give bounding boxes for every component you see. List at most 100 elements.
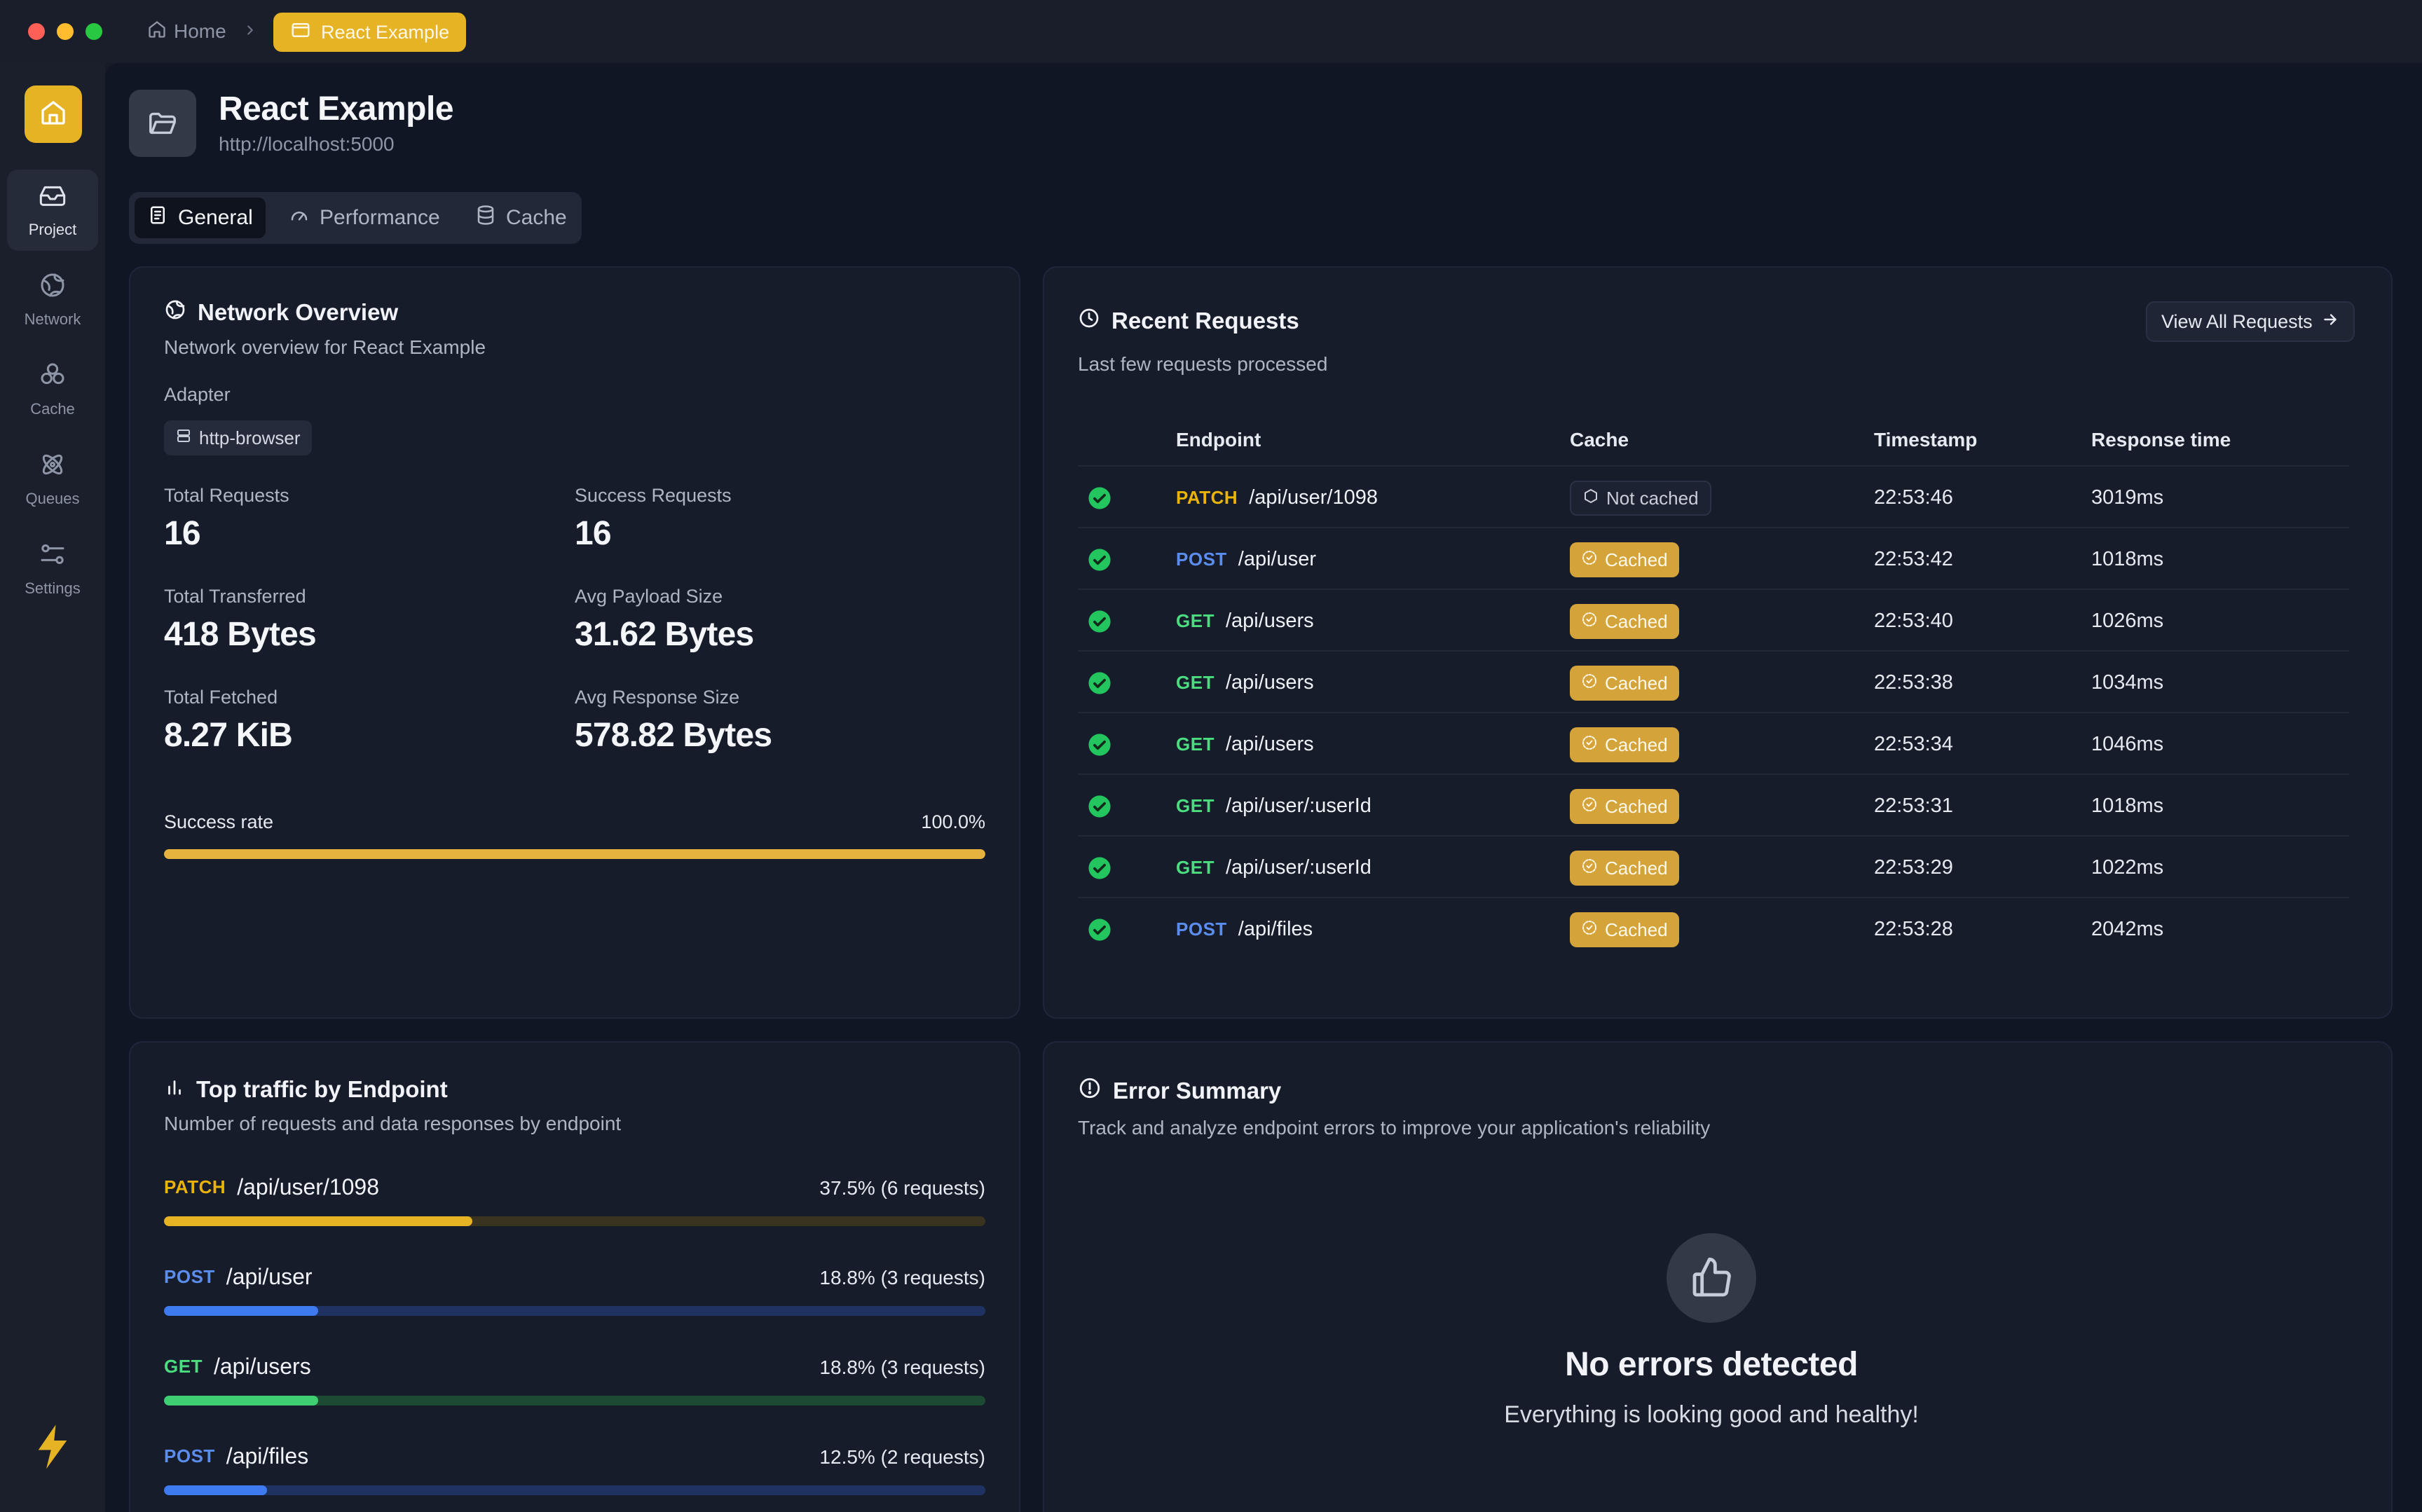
- view-all-label: View All Requests: [2161, 310, 2313, 332]
- project-url: http://localhost:5000: [219, 133, 395, 155]
- minimize-window-button[interactable]: [57, 23, 74, 40]
- table-row[interactable]: POST/api/files Cached 22:53:28 2042ms: [1078, 897, 2349, 958]
- card-title-text: Top traffic by Endpoint: [196, 1076, 448, 1102]
- traffic-bar: [164, 1306, 985, 1316]
- cache-status-badge: Cached: [1570, 727, 1679, 762]
- check-circle-icon: [1581, 796, 1598, 818]
- timestamp-cell: 22:53:34: [1874, 732, 1953, 755]
- adapter-label: Adapter: [164, 384, 231, 405]
- endpoint-path: /api/users: [1225, 609, 1314, 632]
- hexagon-icon: [1582, 488, 1599, 509]
- success-check-icon: [1088, 548, 1111, 575]
- stat-value: 8.27 KiB: [164, 717, 293, 754]
- check-circle-icon: [1581, 611, 1598, 633]
- breadcrumb-home[interactable]: Home: [147, 17, 226, 46]
- traffic-endpoint: GET/api/users: [164, 1354, 311, 1380]
- success-check-icon: [1088, 486, 1111, 514]
- database-icon: [475, 205, 496, 231]
- view-all-requests-button[interactable]: View All Requests: [2146, 301, 2355, 342]
- column-header-cache: Cache: [1570, 429, 1629, 451]
- endpoint-path: /api/user/:userId: [1225, 855, 1371, 879]
- sidebar-item-settings[interactable]: Settings: [7, 528, 98, 610]
- response-time-cell: 2042ms: [2091, 917, 2164, 940]
- bar-chart-icon: [164, 1076, 185, 1103]
- http-method: POST: [1176, 548, 1227, 570]
- traffic-item: POST/api/user 18.8% (3 requests): [164, 1264, 985, 1327]
- table-row[interactable]: GET/api/user/:userId Cached 22:53:29 1022ms: [1078, 835, 2349, 897]
- app-home-button[interactable]: [25, 85, 82, 143]
- endpoint-path: /api/files: [1238, 917, 1313, 940]
- table-row[interactable]: POST/api/user Cached 22:53:42 1018ms: [1078, 527, 2349, 589]
- table-row[interactable]: GET/api/users Cached 22:53:34 1046ms: [1078, 712, 2349, 774]
- cache-status-label: Cached: [1605, 919, 1668, 940]
- success-check-icon: [1088, 856, 1111, 884]
- stat-value: 578.82 Bytes: [575, 717, 772, 754]
- endpoint-cell: GET/api/users: [1176, 713, 1314, 775]
- cache-status-label: Cached: [1605, 610, 1668, 632]
- no-errors-subtitle: Everything is looking good and healthy!: [1504, 1401, 1919, 1428]
- timestamp-cell: 22:53:29: [1874, 855, 1953, 879]
- sliders-icon: [39, 540, 67, 572]
- sidebar-item-network[interactable]: Network: [7, 259, 98, 341]
- tab-general[interactable]: General: [135, 198, 266, 238]
- cache-status-badge: Not cached: [1570, 481, 1711, 516]
- traffic-share: 12.5% (2 requests): [819, 1446, 985, 1468]
- stat-value: 16: [164, 515, 201, 552]
- top-traffic-card: Top traffic by Endpoint Number of reques…: [129, 1041, 1020, 1512]
- success-rate-value: 100.0%: [921, 811, 985, 832]
- table-row[interactable]: PATCH/api/user/1098 Not cached 22:53:46 301…: [1078, 465, 2349, 527]
- globe-icon: [164, 298, 186, 327]
- http-method: GET: [1176, 795, 1215, 816]
- table-row[interactable]: GET/api/users Cached 22:53:38 1034ms: [1078, 650, 2349, 712]
- response-time-cell: 1026ms: [2091, 609, 2164, 632]
- success-rate-bar: [164, 849, 985, 859]
- table-row[interactable]: GET/api/user/:userId Cached 22:53:31 1018ms: [1078, 774, 2349, 835]
- cache-status-label: Cached: [1605, 549, 1668, 570]
- card-title-text: Error Summary: [1113, 1078, 1282, 1104]
- traffic-endpoint: POST/api/user: [164, 1264, 313, 1290]
- sidebar-item-project[interactable]: Project: [7, 170, 98, 251]
- stat-value: 16: [575, 515, 612, 552]
- response-time-cell: 1018ms: [2091, 547, 2164, 570]
- timestamp-cell: 22:53:46: [1874, 486, 1953, 509]
- close-window-button[interactable]: [28, 23, 45, 40]
- sidebar-item-label: Settings: [25, 579, 81, 597]
- sidebar-item-queues[interactable]: Queues: [7, 439, 98, 520]
- title-bar: Home React Example: [0, 0, 2422, 63]
- check-circle-icon: [1581, 919, 1598, 941]
- top-traffic-title: Top traffic by Endpoint: [164, 1076, 448, 1103]
- sidebar-item-cache[interactable]: Cache: [7, 349, 98, 430]
- breadcrumb-current[interactable]: React Example: [273, 13, 467, 52]
- traffic-share: 18.8% (3 requests): [819, 1267, 985, 1288]
- traffic-share: 18.8% (3 requests): [819, 1356, 985, 1378]
- cache-status-badge: Cached: [1570, 666, 1679, 701]
- arrow-right-icon: [2321, 310, 2339, 334]
- maximize-window-button[interactable]: [85, 23, 102, 40]
- sidebar-item-label: Network: [24, 310, 81, 328]
- tab-performance[interactable]: Performance: [276, 198, 453, 238]
- timestamp-cell: 22:53:42: [1874, 547, 1953, 570]
- lightning-bolt-icon[interactable]: [34, 1422, 71, 1475]
- response-time-cell: 1022ms: [2091, 855, 2164, 879]
- error-summary-subtitle: Track and analyze endpoint errors to imp…: [1078, 1117, 1711, 1139]
- cache-status-badge: Cached: [1570, 604, 1679, 639]
- tab-bar: General Performance Cache: [129, 192, 582, 244]
- endpoint-cell: GET/api/users: [1176, 652, 1314, 713]
- table-row[interactable]: GET/api/users Cached 22:53:40 1026ms: [1078, 589, 2349, 650]
- adapter-name: http-browser: [199, 427, 301, 448]
- clock-icon: [1078, 307, 1100, 335]
- cache-status-label: Not cached: [1606, 487, 1699, 509]
- card-title-text: Recent Requests: [1111, 308, 1299, 334]
- success-check-icon: [1088, 671, 1111, 699]
- tab-cache[interactable]: Cache: [463, 198, 580, 238]
- http-method: POST: [164, 1445, 215, 1466]
- traffic-bar-fill: [164, 1396, 319, 1406]
- response-time-cell: 1018ms: [2091, 794, 2164, 817]
- atom-icon: [39, 451, 67, 483]
- home-icon: [147, 20, 167, 44]
- cache-status-badge: Cached: [1570, 542, 1679, 577]
- cache-status-badge: Cached: [1570, 912, 1679, 947]
- http-method: PATCH: [1176, 486, 1238, 508]
- stat-label: Total Fetched: [164, 687, 278, 708]
- timestamp-cell: 22:53:31: [1874, 794, 1953, 817]
